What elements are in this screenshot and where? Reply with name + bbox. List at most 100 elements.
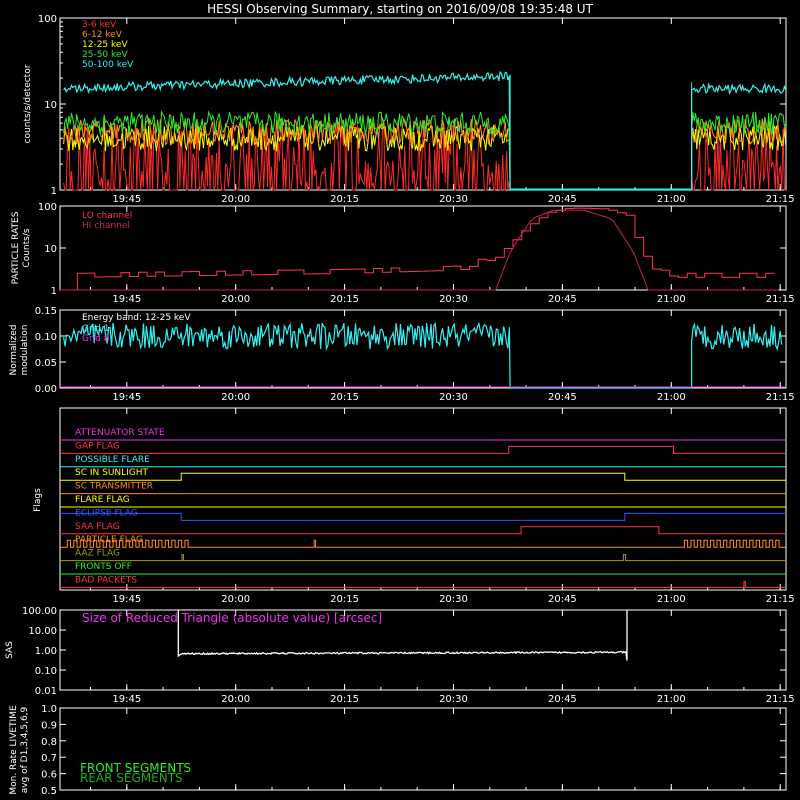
live-ylabel-1: Mon. Rate LIVETIME [9,705,19,795]
particle-ylabel: 1 [51,286,57,297]
live-ylabel: 0.5 [41,786,57,797]
flags-ylabel: Flags [33,488,43,512]
particle-ylabel: 10 [44,244,57,255]
flag-line-3 [60,472,786,481]
mod-xlabel: 20:00 [221,392,250,403]
livetime-panel: 0.5 0.6 0.7 0.8 0.9 1.0 Mon. Rate LIVETIME avg … [9,704,787,797]
live-ylabel: 0.8 [41,737,57,748]
flag-label-4: SC TRANSMITTER [75,482,153,492]
counts-legend-1: 6-12 keV [82,30,123,40]
mod-legend-grid8: Grid 8 [82,334,110,344]
flag-label-1: GAP FLAG [75,441,120,451]
particle-xlabel: 20:00 [221,294,250,305]
hessi-summary: HESSI Observing Summary, starting on 201… [0,0,800,800]
sas-ylabel: SAS [5,641,15,659]
modulation-panel: 19:45 20:00 20:15 20:30 20:45 21:00 21:15 0.00 0… [9,306,795,403]
sas-ylabel: 0.10 [35,666,57,677]
flag-line-1 [60,445,786,454]
flags-xlabel: 19:45 [112,594,141,605]
flags-xlabel: 20:45 [548,594,577,605]
flag-label-11: BAD PACKETS [75,575,137,585]
mod-xlabel: 20:15 [330,392,359,403]
mod-xlabel: 21:00 [657,392,686,403]
sas-xlabel: 19:45 [112,694,141,705]
counts-xlabel: 20:45 [548,194,577,205]
live-ylabel: 0.6 [41,770,57,781]
mod-energy-band: Energy band: 12-25 keV [82,313,191,323]
sas-panel: 19:45 20:00 20:15 20:30 20:45 21:00 21:15 0.01 0… [5,606,795,705]
live-ylabel-2: avg of D1,3,4,5,6,9 [20,706,30,793]
live-ylabel: 0.7 [41,753,57,764]
mod-xlabel: 20:30 [439,392,468,403]
mod-xlabel: 21:15 [766,392,795,403]
particle-ylabel: 100 [38,202,57,213]
flag-label-9: AAZ FLAG [75,549,120,559]
counts-xlabel: 20:15 [330,194,359,205]
mod-ylabel: 0.15 [35,306,57,317]
sas-ylabel: 0.01 [35,686,57,697]
mod-ylabel-2: modulation [20,325,30,376]
flags-xlabel: 21:00 [657,594,686,605]
flag-line-8 [60,539,786,548]
sas-xlabel: 20:15 [330,694,359,705]
flag-line-7 [60,526,786,535]
particle-xlabel: 21:00 [657,294,686,305]
flags-panel: 19:45 20:00 20:15 20:30 20:45 21:00 21:15 Flags… [33,407,795,605]
particle-ylabel-2: Counts/s [22,228,32,267]
counts-ylabel: 10 [44,100,57,111]
particle-xlabel: 20:30 [439,294,468,305]
sas-annotation: Size of Reduced Triangle (absolute value… [82,611,382,625]
mod-ylabel: 0.10 [35,332,57,343]
sas-xlabel: 20:45 [548,694,577,705]
live-legend-rear: REAR SEGMENTS [80,771,183,785]
particle-xlabel: 21:15 [766,294,795,305]
particle-frame [59,205,787,291]
particle-panel: 19:45 20:00 20:15 20:30 20:45 21:00 21:15 1 10 10… [11,202,795,305]
counts-xlabel: 19:45 [112,194,141,205]
summary-chart: HESSI Observing Summary, starting on 201… [5,2,795,797]
mod-legend-grid1: Grid 1 [82,324,109,334]
flag-label-0: ATTENUATOR STATE [75,428,165,438]
flag-label-10: FRONTS OFF [75,562,132,572]
flags-xlabel: 20:30 [439,594,468,605]
particle-legend-lo: LO channel [82,211,132,221]
counts-ylabel: counts/s/detector [23,64,33,143]
counts-panel: 19:45 20:00 20:15 20:30 20:45 21:00 21:15 1 10 10… [23,14,795,205]
live-ylabel: 0.9 [41,720,57,731]
sas-ylabel: 100.00 [22,606,57,617]
counts-legend-3: 25-50 keV [82,50,128,60]
counts-legend-4: 50-100 keV [82,60,134,70]
flags-xlabel: 20:15 [330,594,359,605]
counts-series-0 [63,122,786,192]
counts-ylabel: 1 [51,186,57,197]
mod-series [63,321,783,389]
sas-xlabel: 21:15 [766,694,795,705]
counts-xlabel: 21:00 [657,194,686,205]
flag-line-11 [60,580,786,588]
particle-xlabel: 20:15 [330,294,359,305]
flags-frame [59,407,787,591]
flag-label-7: SAA FLAG [75,522,120,532]
counts-xlabel: 20:00 [221,194,250,205]
counts-xlabel: 21:15 [766,194,795,205]
particle-ylabel-1: PARTICLE RATES [11,211,21,284]
particle-hi-line [60,209,779,291]
sas-xlabel: 20:30 [439,694,468,705]
particle-xlabel: 19:45 [112,294,141,305]
sas-xlabel: 20:00 [221,694,250,705]
flags-xlabel: 20:00 [221,594,250,605]
particle-legend-hi: HI channel [82,221,130,231]
live-ylabel: 1.0 [41,704,57,715]
mod-ylabel: 0.05 [35,358,57,369]
particle-xlabel: 20:45 [548,294,577,305]
mod-ylabel-1: Normalized [9,324,19,375]
sas-ylabel: 1.00 [35,646,57,657]
sas-ylabel: 10.00 [28,626,57,637]
flag-line-9 [60,554,786,562]
counts-legend-2: 12-25 keV [82,40,128,50]
flag-label-3: SC IN SUNLIGHT [75,468,149,478]
mod-ylabel: 0.00 [35,384,57,395]
counts-ylabel: 100 [38,14,57,25]
flag-line-6 [60,512,786,521]
flag-label-2: POSSIBLE FLARE [75,455,150,465]
